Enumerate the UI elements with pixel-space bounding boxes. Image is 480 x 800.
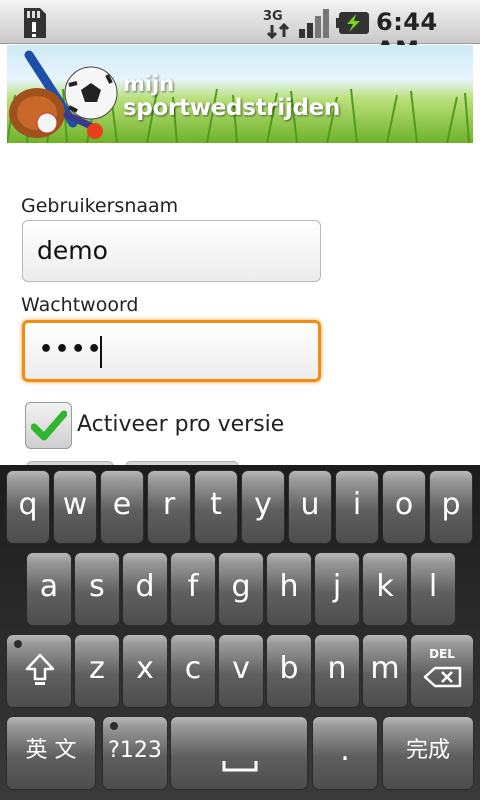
key-i[interactable]: i	[335, 470, 379, 544]
password-value: ••••	[39, 337, 104, 362]
key-l[interactable]: l	[410, 552, 456, 626]
delete-key-label: DEL	[429, 647, 455, 661]
key-a[interactable]: a	[26, 552, 72, 626]
period-key[interactable]: .	[312, 716, 378, 790]
backspace-icon	[423, 666, 462, 688]
text-cursor	[100, 336, 102, 368]
key-hint-dot	[14, 640, 22, 648]
shift-key[interactable]	[6, 634, 72, 708]
key-u[interactable]: u	[288, 470, 332, 544]
key-hint-dot	[110, 722, 118, 730]
space-icon	[222, 761, 258, 772]
language-switch-key[interactable]: 英 文	[6, 716, 96, 790]
3g-icon: 3G	[263, 9, 290, 39]
key-q[interactable]: q	[6, 470, 50, 544]
key-f[interactable]: f	[170, 552, 216, 626]
key-p[interactable]: p	[429, 470, 473, 544]
symbols-key[interactable]: ?123	[102, 716, 168, 790]
network-type-label: 3G	[263, 9, 283, 24]
key-w[interactable]: w	[53, 470, 97, 544]
password-field[interactable]: ••••	[22, 320, 321, 382]
delete-key[interactable]: DEL	[410, 634, 474, 708]
key-v[interactable]: v	[218, 634, 264, 708]
key-d[interactable]: d	[122, 552, 168, 626]
brand-logo: mijn sportwedstrijden	[123, 74, 340, 120]
done-key[interactable]: 完成	[382, 716, 474, 790]
key-n[interactable]: n	[314, 634, 360, 708]
password-label: Wachtwoord	[21, 294, 139, 316]
username-field[interactable]: demo	[22, 220, 321, 282]
key-c[interactable]: c	[170, 634, 216, 708]
key-j[interactable]: j	[314, 552, 360, 626]
key-z[interactable]: z	[74, 634, 120, 708]
checkmark-icon	[31, 410, 67, 441]
key-s[interactable]: s	[74, 552, 120, 626]
sports-equipment-icon	[9, 50, 118, 139]
key-b[interactable]: b	[266, 634, 312, 708]
key-h[interactable]: h	[266, 552, 312, 626]
soft-keyboard: q w e r t y u i o p a s d f g h j k l z …	[0, 465, 480, 800]
key-e[interactable]: e	[100, 470, 144, 544]
key-r[interactable]: r	[147, 470, 191, 544]
key-m[interactable]: m	[362, 634, 408, 708]
shift-icon	[25, 653, 55, 685]
battery-charging-icon	[336, 12, 369, 34]
sd-card-icon	[24, 8, 46, 38]
key-k[interactable]: k	[362, 552, 408, 626]
username-label: Gebruikersnaam	[21, 195, 179, 217]
username-value: demo	[37, 236, 108, 265]
signal-icon	[299, 9, 329, 38]
app-header-banner: mijn sportwedstrijden	[7, 45, 473, 143]
pro-version-checkbox[interactable]	[25, 402, 72, 449]
pro-version-label[interactable]: Activeer pro versie	[77, 412, 284, 437]
status-bar: 3G 6:44 AM	[0, 0, 480, 64]
key-t[interactable]: t	[194, 470, 238, 544]
brand-line-1: mijn	[123, 72, 175, 96]
key-o[interactable]: o	[382, 470, 426, 544]
key-x[interactable]: x	[122, 634, 168, 708]
key-y[interactable]: y	[241, 470, 285, 544]
key-g[interactable]: g	[218, 552, 264, 626]
brand-line-2: sportwedstrijden	[123, 95, 341, 121]
space-key[interactable]	[170, 716, 308, 790]
